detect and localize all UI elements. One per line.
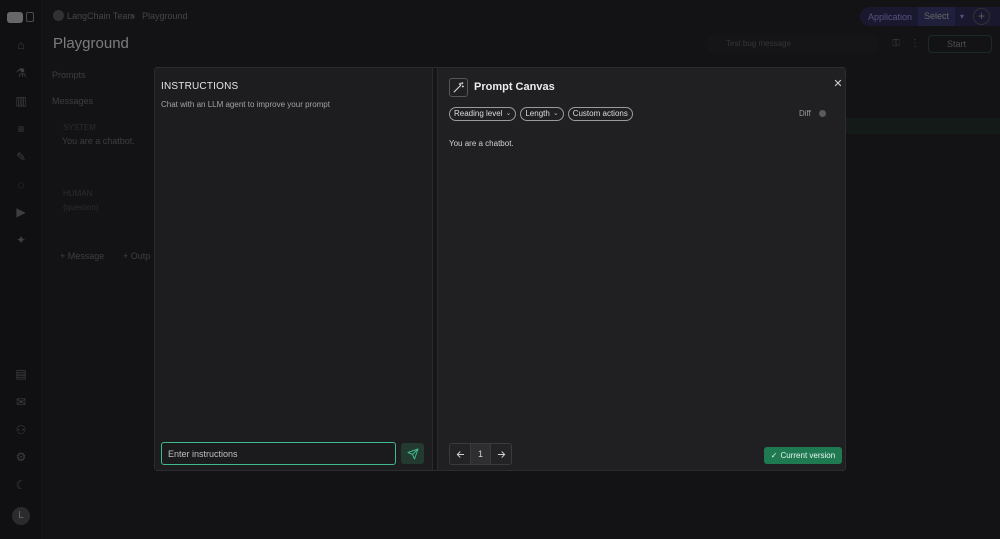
prompt-canvas-modal: INSTRUCTIONS Chat with an LLM agent to i… [154,67,846,471]
version-pager: 1 [449,443,512,465]
canvas-pane: Prompt Canvas ✕ Reading level ⌄ Length ⌄ C… [438,68,845,470]
app-window: ⌂ ⚗ ▥ ≡ ✎ ◌ ▶ ✦ ▤ ✉ ⚇ ⚙ ☾ L LangChain Te… [0,0,1000,539]
instructions-pane: INSTRUCTIONS Chat with an LLM agent to i… [155,68,432,470]
instructions-subtitle: Chat with an LLM agent to improve your p… [161,100,330,109]
close-icon[interactable]: ✕ [832,78,844,90]
previous-version-button[interactable] [450,444,470,464]
chip-label: Reading level [454,109,503,118]
canvas-actions: Reading level ⌄ Length ⌄ Custom actions [449,107,633,121]
reading-level-chip[interactable]: Reading level ⌄ [449,107,517,121]
magic-wand-icon [449,78,468,97]
arrow-right-icon [497,450,505,458]
current-version-button[interactable]: ✓ Current version [764,447,842,464]
check-icon: ✓ [770,451,778,460]
custom-actions-chip[interactable]: Custom actions [567,107,633,121]
version-label: Current version [780,451,836,460]
send-icon [407,448,418,459]
length-chip[interactable]: Length ⌄ [520,107,564,121]
diff-toggle[interactable] [819,110,826,117]
chevron-down-icon: ⌄ [505,110,512,117]
diff-label: Diff [799,109,811,118]
canvas-title: Prompt Canvas [474,81,555,93]
chip-label: Length [525,109,550,118]
version-number: 1 [470,444,491,464]
chevron-down-icon: ⌄ [552,110,559,117]
chip-label: Custom actions [572,109,628,118]
instructions-input[interactable] [161,442,396,465]
send-button[interactable] [401,443,424,464]
arrow-left-icon [456,450,464,458]
next-version-button[interactable] [491,444,511,464]
prompt-text[interactable]: You are a chatbot. [449,139,514,148]
instructions-title: INSTRUCTIONS [161,81,239,92]
